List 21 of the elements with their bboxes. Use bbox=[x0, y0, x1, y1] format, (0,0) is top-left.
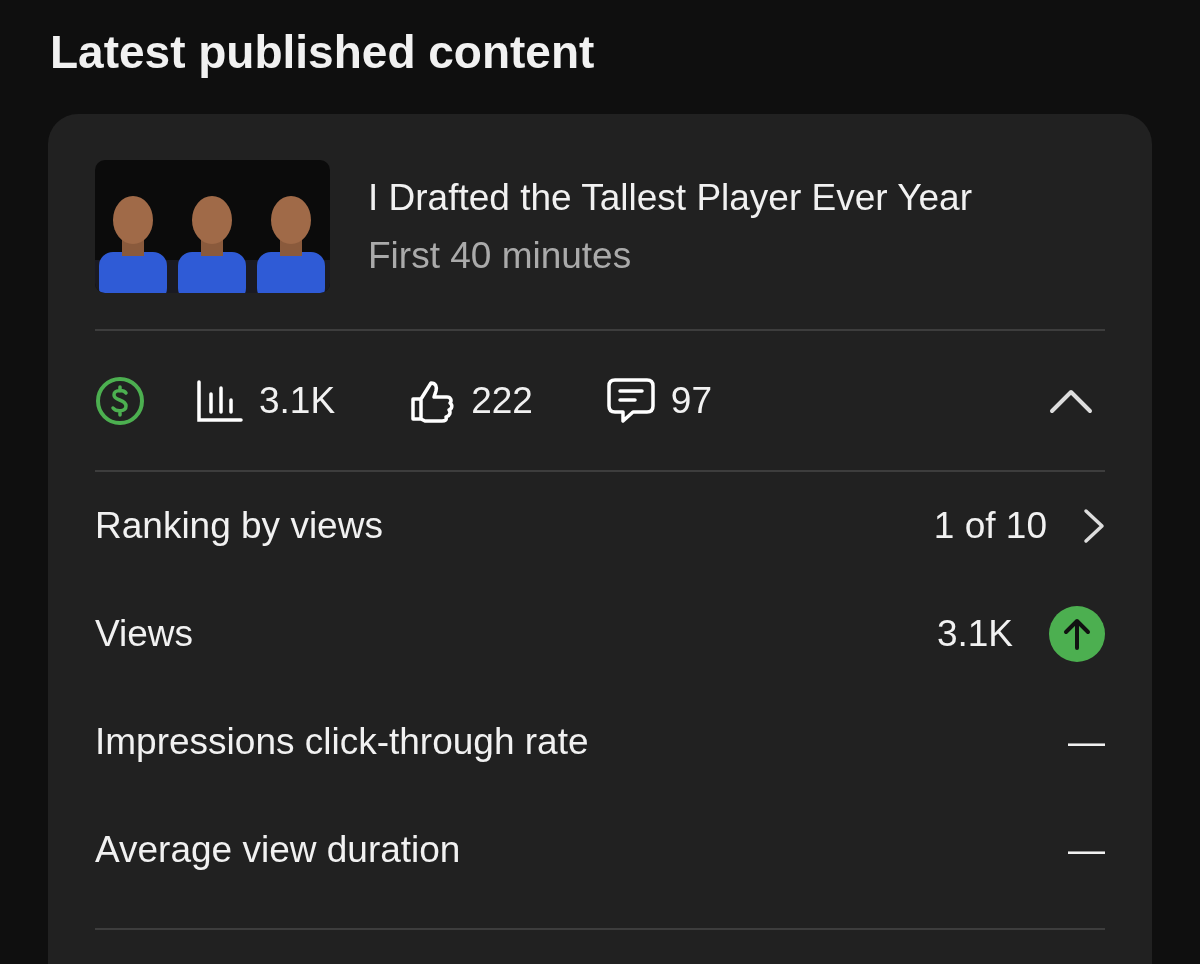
chevron-icon[interactable] bbox=[1049, 387, 1093, 414]
stat-count: 222 bbox=[471, 379, 533, 422]
chevron-right-icon bbox=[1083, 508, 1105, 544]
metric-value: — bbox=[1068, 721, 1105, 763]
dollar-icon bbox=[95, 375, 145, 426]
video-title[interactable]: I Drafted the Tallest Player Ever Year bbox=[368, 176, 972, 219]
metric-value: — bbox=[1068, 829, 1105, 871]
section-heading: Latest published content bbox=[49, 25, 595, 78]
metric-value: 1 of 10 bbox=[933, 505, 1047, 547]
comment-icon bbox=[606, 377, 655, 424]
metric-value: 3.1K bbox=[936, 613, 1013, 655]
metric-label: Impressions click-through rate bbox=[95, 721, 589, 763]
stat-count: 97 bbox=[670, 379, 712, 422]
metric-label: Average view duration bbox=[95, 829, 461, 871]
metric-label: Views bbox=[95, 613, 194, 655]
arrow-up-icon bbox=[1049, 606, 1105, 662]
metric-label[interactable]: Ranking by views bbox=[95, 505, 383, 547]
bar-chart-icon bbox=[197, 379, 243, 422]
stat-count: 3.1K bbox=[259, 379, 336, 422]
thumbs-up-icon bbox=[409, 378, 456, 423]
video-subtitle: First 40 minutes bbox=[368, 234, 633, 277]
